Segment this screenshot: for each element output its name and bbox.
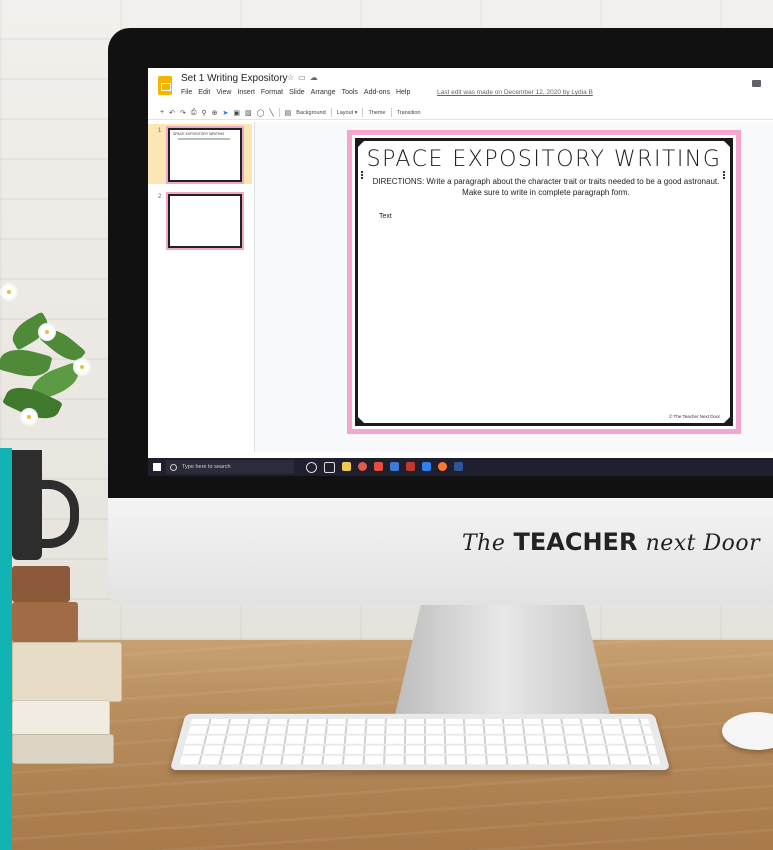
undo-icon[interactable]: ↶ bbox=[169, 109, 175, 117]
zoom-icon[interactable]: ⊕ bbox=[212, 109, 218, 117]
image-icon[interactable]: ▨ bbox=[245, 109, 252, 117]
theme-button[interactable]: Theme bbox=[368, 110, 385, 116]
brand-the: The bbox=[462, 531, 506, 556]
menu-tools[interactable]: Tools bbox=[342, 89, 358, 96]
line-icon[interactable]: ╲ bbox=[269, 109, 273, 117]
document-title[interactable]: Set 1 Writing Expository bbox=[181, 73, 288, 84]
menu-add-ons[interactable]: Add-ons bbox=[364, 89, 390, 96]
screen: Set 1 Writing Expository ☆▭☁ File Edit V… bbox=[148, 68, 773, 476]
cloud-icon[interactable]: ☁ bbox=[310, 73, 322, 82]
slide-thumbnail[interactable]: SPACE EXPOSITORY WRITING bbox=[166, 126, 244, 184]
menu-file[interactable]: File bbox=[181, 89, 192, 96]
menu-edit[interactable]: Edit bbox=[198, 89, 210, 96]
taskbar-search-placeholder: Type here to search bbox=[182, 464, 231, 470]
chrome-icon[interactable] bbox=[358, 462, 367, 471]
print-icon[interactable]: ⎙ bbox=[191, 109, 197, 117]
windows-taskbar: Type here to search bbox=[148, 458, 773, 476]
teal-accent-strip bbox=[0, 448, 12, 850]
potted-plant bbox=[0, 280, 100, 450]
cortana-icon[interactable] bbox=[306, 462, 317, 473]
folder-icon[interactable]: ▭ bbox=[298, 73, 310, 82]
toolbar-divider bbox=[278, 108, 280, 117]
slide-body-text[interactable]: Text bbox=[379, 213, 392, 220]
menu-insert[interactable]: Insert bbox=[237, 89, 255, 96]
redo-icon[interactable]: ↷ bbox=[180, 109, 186, 117]
white-flower bbox=[40, 325, 54, 339]
select-icon[interactable]: ➤ bbox=[222, 109, 228, 117]
current-slide[interactable]: SPACE EXPOSITORY WRITING DIRECTIONS: Wri… bbox=[347, 130, 741, 434]
book bbox=[12, 642, 122, 702]
corner-ornament bbox=[721, 414, 733, 426]
menu-view[interactable]: View bbox=[216, 89, 231, 96]
book bbox=[12, 566, 70, 602]
paint-format-icon[interactable]: ⚲ bbox=[201, 109, 206, 117]
thumbnail-title: SPACE EXPOSITORY WRITING bbox=[173, 132, 225, 136]
last-edit-link[interactable]: Last edit was made on December 12, 2020 … bbox=[437, 89, 593, 96]
search-icon bbox=[170, 464, 177, 471]
comment-icon[interactable] bbox=[752, 80, 761, 87]
white-flower bbox=[75, 360, 89, 374]
file-explorer-icon[interactable] bbox=[342, 462, 351, 471]
slide-number: 2 bbox=[158, 194, 162, 200]
brand-teacher: TEACHER bbox=[513, 528, 638, 556]
mail-icon[interactable] bbox=[422, 462, 431, 471]
white-flower bbox=[2, 285, 16, 299]
side-ornament bbox=[723, 171, 727, 179]
firefox-icon[interactable] bbox=[438, 462, 447, 471]
toolbar-divider bbox=[330, 108, 332, 117]
layout-button[interactable]: Layout ▾ bbox=[337, 110, 358, 116]
brand-next-door: next Door bbox=[645, 531, 761, 556]
filmstrip-slide-1[interactable]: 1 SPACE EXPOSITORY WRITING bbox=[148, 124, 252, 184]
background-button[interactable]: Background bbox=[296, 110, 325, 116]
slides-logo-icon[interactable] bbox=[158, 76, 172, 95]
slide-frame: SPACE EXPOSITORY WRITING DIRECTIONS: Wri… bbox=[355, 138, 733, 426]
windows-start-icon[interactable] bbox=[153, 463, 161, 471]
store-icon[interactable] bbox=[390, 462, 399, 471]
menu-format[interactable]: Format bbox=[261, 89, 283, 96]
title-icons: ☆▭☁ bbox=[287, 73, 322, 82]
taskbar-search[interactable]: Type here to search bbox=[166, 460, 294, 474]
star-icon[interactable]: ☆ bbox=[287, 73, 298, 82]
toolbar-divider bbox=[362, 108, 364, 117]
toolbar: + ↶ ↷ ⎙ ⚲ ⊕ ➤ ▣ ▨ ◯ ╲ ▤ Background Layou… bbox=[148, 106, 773, 120]
monitor-stand bbox=[395, 605, 610, 715]
corner-ornament bbox=[355, 414, 367, 426]
new-slide-icon[interactable]: + bbox=[160, 109, 164, 116]
white-flower bbox=[22, 410, 36, 424]
book bbox=[12, 734, 114, 764]
side-ornament bbox=[361, 171, 365, 179]
slide-canvas: SPACE EXPOSITORY WRITING DIRECTIONS: Wri… bbox=[255, 122, 773, 452]
slide-directions[interactable]: DIRECTIONS: Write a paragraph about the … bbox=[372, 176, 720, 198]
word-icon[interactable] bbox=[454, 462, 463, 471]
menu-bar: File Edit View Insert Format Slide Arran… bbox=[181, 89, 410, 96]
menu-arrange[interactable]: Arrange bbox=[311, 89, 336, 96]
filmstrip-slide-2[interactable]: 2 bbox=[148, 190, 252, 250]
taskbar-icons bbox=[306, 462, 463, 473]
task-view-icon[interactable] bbox=[324, 462, 335, 473]
text-box-icon[interactable]: ▣ bbox=[233, 109, 240, 117]
acrobat-icon[interactable] bbox=[406, 462, 415, 471]
shape-icon[interactable]: ◯ bbox=[257, 109, 265, 117]
book bbox=[12, 700, 110, 736]
keyboard-keys bbox=[179, 718, 661, 765]
toolbar-divider bbox=[390, 108, 392, 117]
thumbnail-text-line bbox=[178, 138, 230, 140]
comment-add-icon[interactable]: ▤ bbox=[285, 109, 292, 117]
slide-title[interactable]: SPACE EXPOSITORY WRITING bbox=[358, 147, 730, 172]
menu-help[interactable]: Help bbox=[396, 89, 410, 96]
keyboard bbox=[169, 713, 671, 771]
brand-logo: The TEACHER next Door bbox=[462, 528, 760, 556]
menu-slide[interactable]: Slide bbox=[289, 89, 305, 96]
app-header: Set 1 Writing Expository ☆▭☁ File Edit V… bbox=[148, 68, 773, 104]
transition-button[interactable]: Transition bbox=[397, 110, 421, 116]
slide-filmstrip: 1 SPACE EXPOSITORY WRITING 2 ▬ ⊞ bbox=[148, 122, 255, 452]
book bbox=[12, 602, 78, 642]
slide-number: 1 bbox=[158, 128, 162, 134]
slide-thumbnail[interactable] bbox=[166, 192, 244, 250]
office-icon[interactable] bbox=[374, 462, 383, 471]
slide-copyright: © The Teacher Next Door bbox=[669, 414, 720, 419]
